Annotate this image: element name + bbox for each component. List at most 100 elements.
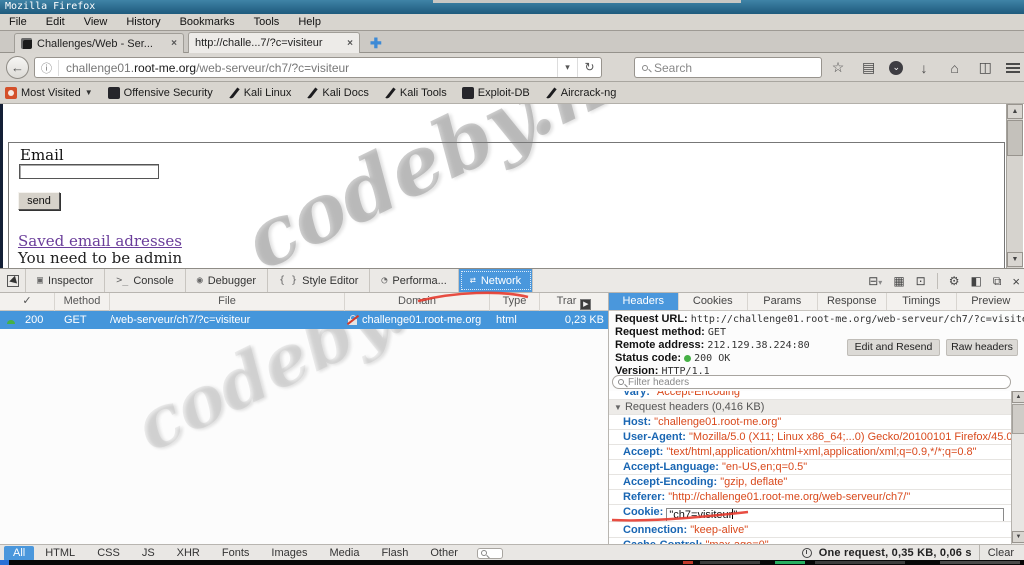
page-scrollbar[interactable]: ▲ ▼: [1006, 104, 1023, 268]
bookmark-aircrack-ng[interactable]: Aircrack-ng: [545, 87, 617, 99]
header-row-user-agent[interactable]: User-Agent: "Mozilla/5.0 (X11; Linux x86…: [609, 430, 1011, 445]
column-file[interactable]: File: [110, 293, 345, 311]
select-iframe-icon[interactable]: ⊟▾: [868, 274, 882, 288]
menu-tools[interactable]: Tools: [254, 16, 280, 28]
home-icon[interactable]: ⌂: [945, 60, 965, 76]
filter-images[interactable]: Images: [260, 546, 318, 561]
bookmark-exploit-db[interactable]: Exploit-DB: [461, 86, 530, 99]
url-bar[interactable]: ⓘ challenge01.root-me.org/web-serveur/ch…: [34, 57, 602, 78]
tab-close-icon[interactable]: ×: [347, 38, 353, 49]
column-domain[interactable]: Domain: [345, 293, 490, 311]
bookmark-most-visited[interactable]: Most Visited ▼: [5, 86, 93, 99]
menu-history[interactable]: History: [126, 16, 160, 28]
page-info-icon[interactable]: ⓘ: [35, 59, 59, 76]
filter-media[interactable]: Media: [318, 546, 370, 561]
settings-gear-icon[interactable]: ⚙: [949, 274, 960, 288]
scrollbar-thumb[interactable]: [1012, 404, 1024, 434]
header-row-host[interactable]: Host: "challenge01.root-me.org": [609, 415, 1011, 430]
header-row-connection[interactable]: Connection: "keep-alive": [609, 523, 1011, 538]
bookmark-kali-tools[interactable]: Kali Tools: [384, 87, 447, 99]
downloads-icon[interactable]: ↓: [914, 60, 934, 76]
request-row[interactable]: 200 GET /web-serveur/ch7/?c=visiteur cha…: [0, 311, 608, 329]
url-text[interactable]: challenge01.root-me.org/web-serveur/ch7/…: [59, 61, 557, 75]
scroll-up-icon[interactable]: ▲: [1007, 104, 1023, 119]
column-transferred[interactable]: Trar ▶: [540, 293, 608, 311]
bookmark-kali-linux[interactable]: Kali Linux: [228, 87, 292, 99]
tab-headers[interactable]: Headers: [609, 293, 679, 310]
column-toggle-icon[interactable]: ▶: [580, 299, 592, 310]
scroll-up-icon[interactable]: ▲: [1012, 391, 1024, 403]
menu-file[interactable]: File: [9, 16, 27, 28]
devtools-tab-debugger[interactable]: ◉ Debugger: [186, 269, 269, 292]
pocket-icon[interactable]: ⌄: [889, 60, 904, 75]
header-row-accept-encoding[interactable]: Accept-Encoding: "gzip, deflate": [609, 475, 1011, 490]
filter-html[interactable]: HTML: [34, 546, 86, 561]
filter-all[interactable]: All: [4, 545, 35, 561]
scrollbar-thumb[interactable]: [1007, 120, 1023, 156]
filter-flash[interactable]: Flash: [370, 546, 419, 561]
edit-and-resend-button[interactable]: Edit and Resend: [847, 339, 940, 356]
responsive-mode-icon[interactable]: ▦: [893, 274, 904, 288]
header-row-accept-language[interactable]: Accept-Language: "en-US,en;q=0.5": [609, 460, 1011, 475]
menu-view[interactable]: View: [84, 16, 108, 28]
tab-challenge-url[interactable]: http://challe...7/?c=visiteur ×: [188, 32, 360, 53]
menu-edit[interactable]: Edit: [46, 16, 65, 28]
filter-headers-input[interactable]: Filter headers: [612, 375, 1011, 389]
header-row-vary[interactable]: Vary: "Accept-Encoding": [609, 391, 1011, 400]
header-row-referer[interactable]: Referer: "http://challenge01.root-me.org…: [609, 490, 1011, 505]
devtools-tab-performance[interactable]: ◔ Performa...: [370, 269, 459, 292]
undock-icon[interactable]: ⧉: [993, 274, 1002, 289]
menu-help[interactable]: Help: [298, 16, 321, 28]
sidebar-toggle-icon[interactable]: ◧: [970, 274, 981, 288]
column-status[interactable]: ✓: [0, 293, 55, 311]
element-picker-button[interactable]: [0, 269, 26, 292]
devtools-tab-network[interactable]: ⇄ Network: [458, 269, 534, 292]
scratchpad-icon[interactable]: ⊡: [916, 274, 926, 288]
reload-icon[interactable]: ↻: [577, 58, 601, 77]
back-button[interactable]: ←: [6, 56, 29, 79]
filter-xhr[interactable]: XHR: [166, 546, 211, 561]
new-tab-icon[interactable]: ✚: [370, 35, 382, 52]
close-devtools-icon[interactable]: ×: [1012, 274, 1020, 289]
screenshare-icon[interactable]: ◫: [975, 59, 995, 76]
tab-response[interactable]: Response: [818, 293, 887, 310]
raw-headers-button[interactable]: Raw headers: [946, 339, 1018, 356]
scroll-down-icon[interactable]: ▼: [1012, 531, 1024, 543]
bookmark-kali-docs[interactable]: Kali Docs: [306, 87, 368, 99]
header-row-cookie[interactable]: Cookie: "ch7=visiteur": [609, 505, 1011, 522]
tab-cookies[interactable]: Cookies: [679, 293, 748, 310]
column-method[interactable]: Method: [55, 293, 110, 311]
devtools-tab-style-editor[interactable]: { } Style Editor: [268, 269, 371, 292]
bookmark-offensive-security[interactable]: Offensive Security: [107, 86, 213, 99]
devtools-tab-inspector[interactable]: ▣ Inspector: [26, 269, 106, 292]
cookie-edit-field[interactable]: "ch7=visiteur": [666, 508, 1005, 521]
tab-challenges-web[interactable]: Challenges/Web - Ser... ×: [14, 33, 184, 53]
filter-fonts[interactable]: Fonts: [211, 546, 261, 561]
saved-emails-link[interactable]: Saved email adresses: [18, 232, 182, 250]
menu-bookmarks[interactable]: Bookmarks: [180, 16, 235, 28]
window-titlebar[interactable]: Mozilla Firefox: [0, 0, 1024, 14]
filter-css[interactable]: CSS: [86, 546, 131, 561]
send-button[interactable]: send: [18, 192, 60, 210]
collapse-triangle-icon[interactable]: ▼: [614, 403, 622, 412]
hamburger-menu-icon[interactable]: [1005, 62, 1020, 65]
bookmarks-sidebar-icon[interactable]: ▤: [859, 59, 879, 76]
bookmark-star-icon[interactable]: ☆: [828, 59, 848, 76]
devtools-tab-console[interactable]: >_ Console: [105, 269, 186, 292]
request-headers-section[interactable]: ▼ Request headers (0,416 KB): [609, 400, 1011, 415]
tab-close-icon[interactable]: ×: [171, 38, 177, 49]
tab-params[interactable]: Params: [748, 293, 818, 310]
scroll-down-icon[interactable]: ▼: [1007, 252, 1023, 267]
filter-js[interactable]: JS: [131, 546, 166, 561]
search-bar[interactable]: Search: [634, 57, 822, 78]
email-field[interactable]: [19, 164, 159, 179]
tab-preview[interactable]: Preview: [957, 293, 1024, 310]
filter-other[interactable]: Other: [419, 546, 469, 561]
column-type[interactable]: Type: [490, 293, 540, 311]
network-search-input[interactable]: [476, 547, 503, 559]
tab-timings[interactable]: Timings: [887, 293, 957, 310]
clear-button[interactable]: Clear: [978, 544, 1022, 561]
headers-scrollbar[interactable]: ▲ ▼: [1011, 391, 1024, 544]
header-row-accept[interactable]: Accept: "text/html,application/xhtml+xml…: [609, 445, 1011, 460]
url-history-dropdown-icon[interactable]: ▾: [557, 58, 577, 77]
